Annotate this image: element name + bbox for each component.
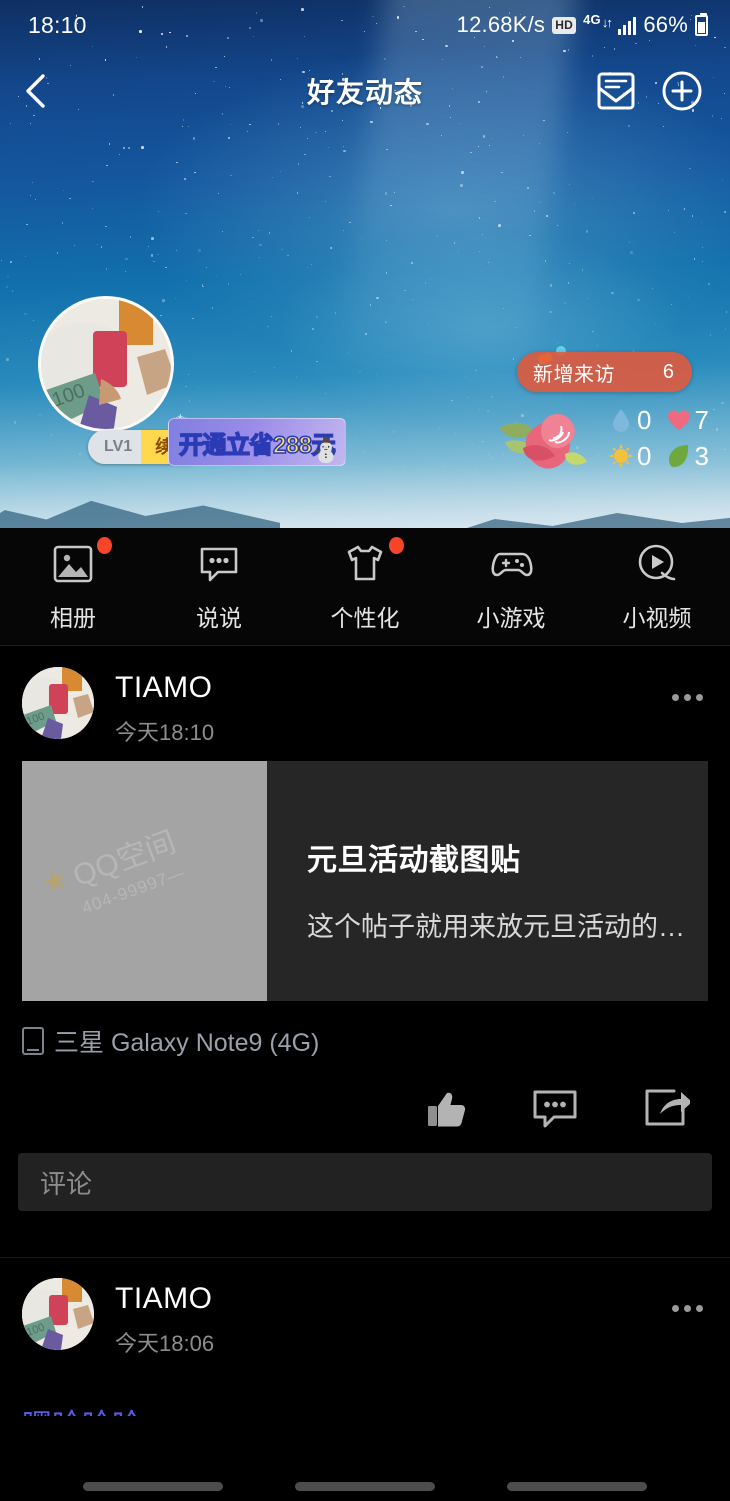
- new-visitors-pill[interactable]: 新增来访 6: [517, 352, 692, 392]
- feed-post: 100 TIAMO 今天18:10 ★ QQ空间 404-99997— 元旦活动…: [0, 647, 730, 1258]
- garden-stat-leaf-value: 3: [694, 440, 709, 471]
- post-header: 100 TIAMO 今天18:10: [0, 647, 730, 755]
- garden-stat-sun[interactable]: 0: [609, 438, 657, 474]
- star-icon: ★: [36, 860, 74, 902]
- feed-list: 100 TIAMO 今天18:10 ★ QQ空间 404-99997— 元旦活动…: [0, 647, 730, 1416]
- share-arrow-icon: [645, 1089, 690, 1126]
- post-actions: [0, 1069, 730, 1149]
- more-dots-icon[interactable]: [662, 1288, 712, 1328]
- network-type-label: 4G: [583, 12, 601, 27]
- garden-stat-leaf[interactable]: 3: [667, 438, 715, 474]
- album-badge-dot: [97, 537, 112, 554]
- post-author[interactable]: TIAMO: [115, 671, 213, 705]
- quick-nav-row: 相册 说说 个性化 小游戏 小视频: [0, 528, 730, 646]
- thumbs-up-icon: [428, 1092, 466, 1127]
- gesture-home-handle[interactable]: [295, 1481, 435, 1491]
- garden-stat-sun-value: 0: [637, 440, 652, 471]
- photo-icon: [50, 537, 112, 587]
- battery-percent: 66%: [643, 12, 688, 37]
- mountain-right: [430, 513, 730, 528]
- signal-bars-icon: [617, 16, 637, 35]
- comment-button[interactable]: [500, 1074, 610, 1144]
- garden-stats: 0 7 0 3: [609, 402, 714, 474]
- avatar[interactable]: 100: [22, 1278, 94, 1350]
- avatar[interactable]: 100: [22, 667, 94, 739]
- shared-link-card[interactable]: ★ QQ空间 404-99997— 元旦活动截图贴 这个帖子就用来放元旦活动的截.…: [22, 761, 708, 1001]
- comment-bubble-icon: [533, 1090, 577, 1128]
- share-button[interactable]: [610, 1074, 720, 1144]
- play-circle-icon: [634, 541, 680, 587]
- post-device-label: 三星 Galaxy Note9 (4G): [54, 1029, 320, 1057]
- status-bar: 18:10 12.68K/s HD 4G ↓↑ 66%: [0, 0, 730, 50]
- nav-item-album[interactable]: 相册: [0, 537, 146, 633]
- flower-illustration: [499, 413, 587, 469]
- nav-item-minigames-label: 小游戏: [476, 605, 546, 631]
- heart-icon: [667, 407, 691, 433]
- card-title: 元旦活动截图贴: [307, 844, 521, 877]
- card-description: 这个帖子就用来放元旦活动的截...: [307, 912, 686, 942]
- post-author[interactable]: TIAMO: [115, 1282, 213, 1316]
- nav-item-shortvideo-label: 小视频: [622, 605, 692, 631]
- nav-item-personalize-label: 个性化: [330, 605, 400, 631]
- network-speed: 12.68K/s: [456, 12, 546, 37]
- level-badge-label: LV1: [88, 430, 142, 464]
- gesture-recents-handle[interactable]: [507, 1481, 647, 1491]
- garden-stat-heart-value: 7: [694, 404, 709, 435]
- phone-icon: [22, 1027, 44, 1055]
- nav-separator: [0, 645, 730, 646]
- nav-item-shortvideo[interactable]: 小视频: [584, 541, 730, 633]
- plus-circle-icon: [662, 71, 702, 111]
- like-button[interactable]: [390, 1074, 500, 1144]
- nav-item-album-label: 相册: [50, 605, 96, 631]
- speech-bubble-icon: [196, 541, 242, 587]
- hd-icon: HD: [552, 16, 577, 34]
- nav-item-shuoshuo-label: 说说: [196, 605, 242, 631]
- more-dots-icon[interactable]: [662, 677, 712, 717]
- vip-avatar[interactable]: 100: [38, 296, 174, 432]
- data-transfer-icon: 4G ↓↑: [583, 12, 613, 30]
- title-bar: 好友动态: [0, 55, 730, 127]
- garden-stat-water[interactable]: 0: [609, 402, 657, 438]
- nav-item-shuoshuo[interactable]: 说说: [146, 541, 292, 633]
- battery-icon: [695, 12, 708, 36]
- mountain-left: [0, 500, 280, 528]
- garden-stat-water-value: 0: [637, 404, 652, 435]
- feed-post: 100 TIAMO 今天18:06 嘿哈哈哈: [0, 1258, 730, 1416]
- post-header: 100 TIAMO 今天18:06: [0, 1258, 730, 1366]
- message-button[interactable]: [590, 65, 642, 117]
- snowman-icon: ⛄: [311, 437, 341, 464]
- gamepad-icon: [488, 541, 534, 587]
- post-time: 今天18:06: [115, 1331, 215, 1356]
- vip-promo-banner[interactable]: 开通立省288元 ⛄: [168, 418, 346, 466]
- qzone-friend-feed-screen: 100 LV1 续费 ❄ 开通立省288元 ⛄ 新增来访 6: [0, 0, 730, 1501]
- tshirt-icon: [342, 537, 404, 587]
- personalize-badge-dot: [389, 537, 404, 554]
- watermark: ★ QQ空间 404-99997—: [35, 793, 256, 929]
- comment-input[interactable]: 评论: [18, 1153, 712, 1211]
- status-time: 18:10: [28, 11, 87, 38]
- nav-item-minigames[interactable]: 小游戏: [438, 541, 584, 633]
- new-visitors-label: 新增来访: [533, 363, 615, 386]
- sun-icon: [609, 443, 633, 469]
- card-thumbnail: ★ QQ空间 404-99997—: [22, 761, 267, 1001]
- leaf-icon: [667, 443, 691, 469]
- post-text-preview: 嘿哈哈哈: [22, 1400, 730, 1416]
- new-visitors-count: 6: [662, 360, 674, 383]
- envelope-icon: [597, 72, 635, 110]
- comment-input-placeholder: 评论: [40, 1168, 93, 1199]
- nav-item-personalize[interactable]: 个性化: [292, 537, 438, 633]
- post-device-tag: 三星 Galaxy Note9 (4G): [22, 1023, 730, 1059]
- add-button[interactable]: [656, 65, 708, 117]
- garden-stat-heart[interactable]: 7: [667, 402, 715, 438]
- flower-garden-widget[interactable]: 0 7 0 3: [497, 400, 712, 475]
- system-gesture-bar[interactable]: [0, 1471, 730, 1501]
- gesture-back-handle[interactable]: [83, 1481, 223, 1491]
- water-drop-icon: [609, 407, 633, 433]
- post-time: 今天18:10: [115, 720, 215, 745]
